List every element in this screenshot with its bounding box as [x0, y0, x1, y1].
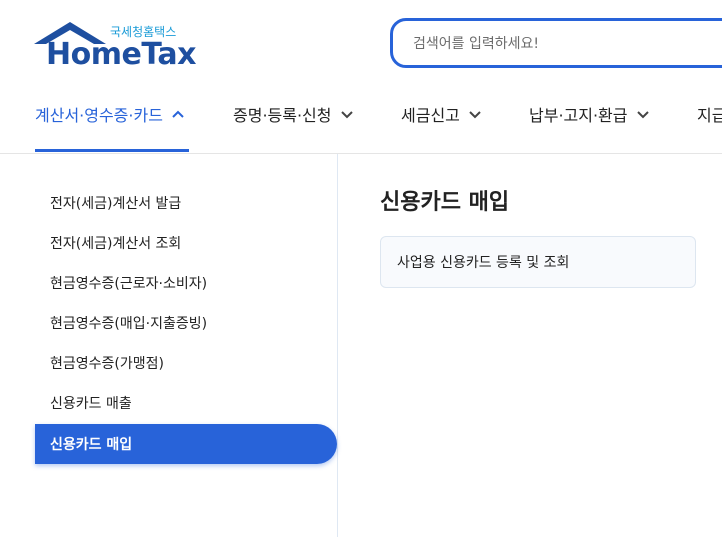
nav-item-payment-statement[interactable]: 지급 [697, 100, 722, 128]
sidebar-item-cash-receipt-consumer[interactable]: 현금영수증(근로자·소비자) [35, 263, 337, 303]
nav-item-label: 납부·고지·환급 [529, 106, 628, 125]
nav-item-payment-refund[interactable]: 납부·고지·환급 [529, 100, 650, 128]
sidebar-item-e-invoice-inquiry[interactable]: 전자(세금)계산서 조회 [35, 223, 337, 263]
nav-item-label: 계산서·영수증·카드 [35, 106, 163, 125]
chevron-down-icon [340, 111, 353, 119]
chevron-down-icon [469, 111, 481, 119]
logo-title: HomeTax [46, 37, 197, 72]
sidebar-item-cash-receipt-purchase[interactable]: 현금영수증(매입·지출증빙) [35, 303, 337, 343]
sidebar-item-label: 전자(세금)계산서 조회 [50, 236, 182, 252]
page-title: 신용카드 매입 [380, 190, 510, 215]
sidebar-item-label: 신용카드 매출 [50, 396, 132, 412]
nav-item-tax-filing[interactable]: 세금신고 [401, 100, 482, 128]
search-box[interactable] [390, 18, 722, 68]
link-business-credit-card-registration[interactable]: 사업용 신용카드 등록 및 조회 [397, 252, 569, 272]
nav-item-invoice-receipt-card[interactable]: 계산서·영수증·카드 [35, 100, 185, 128]
nav-item-certificate-registration[interactable]: 증명·등록·신청 [233, 100, 354, 128]
nav-item-label: 증명·등록·신청 [233, 106, 332, 125]
sidebar-item-label: 현금영수증(가맹점) [50, 356, 164, 372]
sidebar-item-e-invoice-issue[interactable]: 전자(세금)계산서 발급 [35, 183, 337, 223]
sidebar-item-label: 현금영수증(매입·지출증빙) [50, 316, 208, 332]
hometax-logo[interactable]: 국세청홈택스 HomeTax [34, 20, 197, 72]
sidebar: 전자(세금)계산서 발급 전자(세금)계산서 조회 현금영수증(근로자·소비자)… [0, 154, 338, 537]
sidebar-item-credit-card-purchase[interactable]: 신용카드 매입 [35, 424, 337, 464]
active-nav-underline [35, 149, 189, 152]
top-navigation: 계산서·영수증·카드 증명·등록·신청 세금신고 납부·고지·환급 지급 [0, 88, 722, 154]
nav-item-label: 지급 [697, 106, 722, 125]
page: 국세청홈택스 HomeTax 계산서·영수증·카드 증명·등록·신청 세금신고 … [0, 0, 722, 537]
sidebar-item-label: 신용카드 매입 [50, 437, 133, 453]
sidebar-item-label: 전자(세금)계산서 발급 [50, 196, 182, 212]
chevron-up-icon [172, 110, 184, 118]
nav-item-label: 세금신고 [401, 106, 460, 125]
sidebar-item-cash-receipt-merchant[interactable]: 현금영수증(가맹점) [35, 343, 337, 383]
chevron-down-icon [636, 111, 649, 119]
search-input[interactable] [413, 33, 713, 55]
sidebar-item-credit-card-sales[interactable]: 신용카드 매출 [35, 383, 337, 423]
sidebar-item-label: 현금영수증(근로자·소비자) [50, 276, 208, 292]
submenu-card: 사업용 신용카드 등록 및 조회 [380, 236, 696, 288]
